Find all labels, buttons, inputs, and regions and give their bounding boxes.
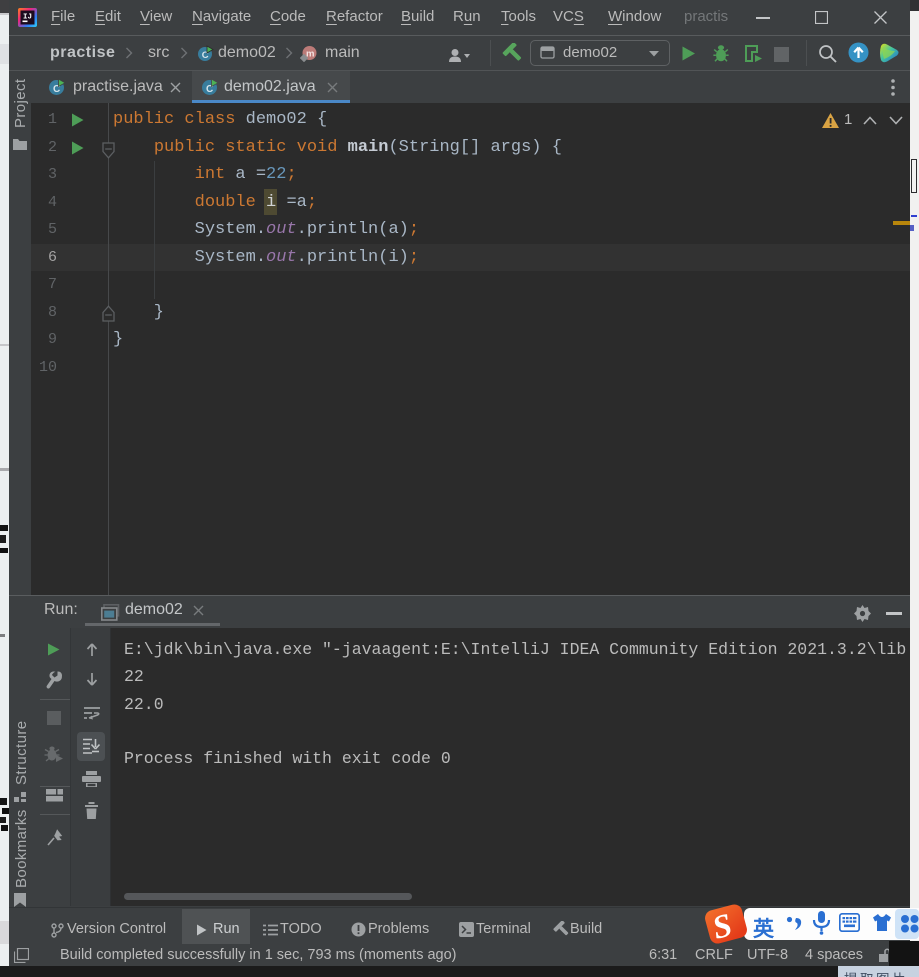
svg-text:IJ: IJ <box>23 14 32 22</box>
